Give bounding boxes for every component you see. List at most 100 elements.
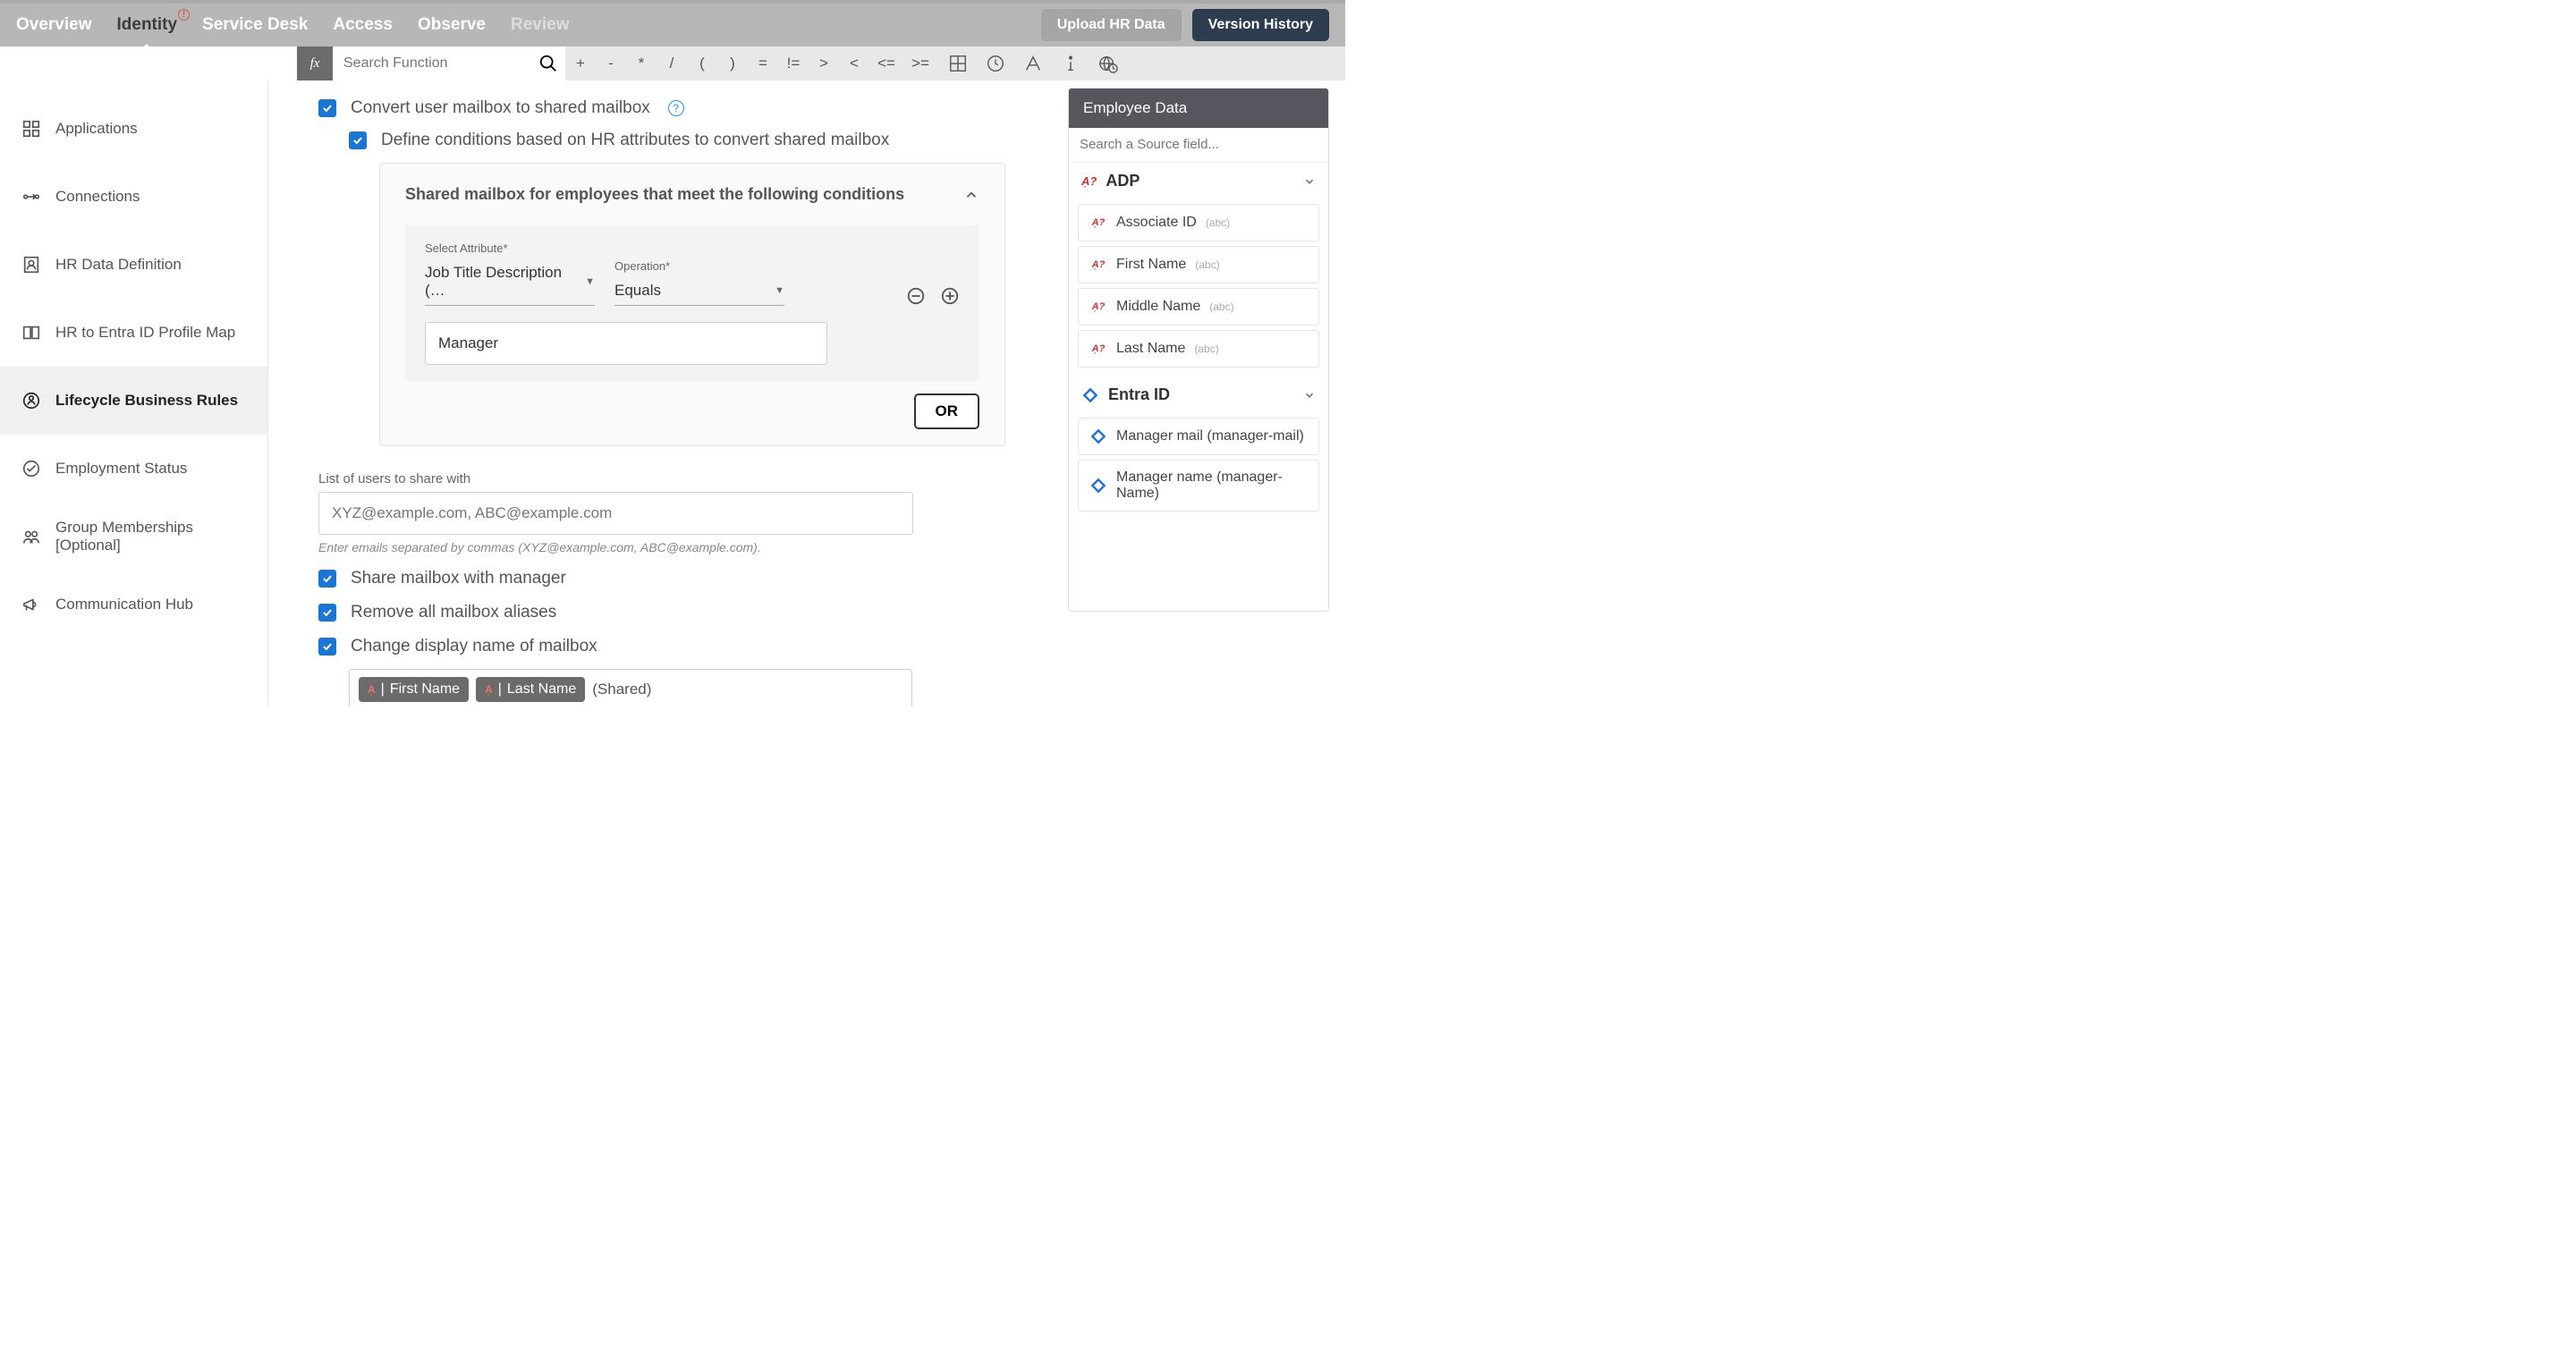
op-gt[interactable]: >	[809, 55, 839, 72]
op-neq[interactable]: !=	[778, 55, 809, 72]
display-name-token-first[interactable]: A͎|First Name	[359, 677, 469, 702]
tab-identity[interactable]: Identity !	[117, 15, 178, 35]
top-nav-actions: Upload HR Data Version History	[1041, 9, 1329, 41]
condition-body: Select Attribute* Job Title Description …	[405, 225, 979, 381]
info-icon[interactable]	[1061, 54, 1080, 73]
hr-data-icon	[21, 255, 41, 275]
remove-aliases-label: Remove all mailbox aliases	[351, 603, 556, 622]
alert-icon: !	[178, 9, 190, 21]
table-icon[interactable]	[948, 54, 968, 73]
tab-review[interactable]: Review	[511, 15, 569, 35]
or-button[interactable]: OR	[914, 393, 980, 429]
field-type: (abc)	[1194, 343, 1218, 355]
font-icon[interactable]	[1023, 54, 1043, 73]
users-input[interactable]	[318, 492, 913, 535]
map-icon	[21, 323, 41, 343]
sidebar-item-employment-status[interactable]: Employment Status	[0, 435, 267, 503]
caret-down-icon: ▼	[585, 276, 595, 287]
condition-title: Shared mailbox for employees that meet t…	[405, 185, 904, 204]
op-lte[interactable]: <=	[869, 55, 903, 72]
define-conditions-label: Define conditions based on HR attributes…	[381, 131, 889, 150]
op-lt[interactable]: <	[839, 55, 869, 72]
op-gte[interactable]: >=	[903, 55, 937, 72]
field-middle-name[interactable]: A͎? Middle Name (abc)	[1078, 288, 1319, 326]
source-entra[interactable]: Entra ID	[1069, 376, 1328, 413]
pill-label: Last Name	[507, 681, 576, 698]
define-conditions-checkbox[interactable]	[349, 131, 367, 149]
panel-search-wrap	[1069, 128, 1328, 163]
adp-logo-icon: A͎?	[1081, 174, 1097, 188]
chevron-up-icon[interactable]	[963, 187, 979, 203]
display-name-token-last[interactable]: A͎|Last Name	[476, 677, 585, 702]
share-manager-checkbox[interactable]	[318, 570, 336, 588]
help-icon[interactable]: ?	[668, 100, 684, 116]
search-icon[interactable]	[538, 54, 558, 73]
operation-value: Equals	[614, 282, 661, 300]
chevron-down-icon	[1303, 389, 1316, 402]
tab-access[interactable]: Access	[333, 15, 393, 35]
function-search-input[interactable]	[343, 55, 538, 72]
op-eq[interactable]: =	[748, 55, 778, 72]
sidebar-item-lifecycle-rules[interactable]: Lifecycle Business Rules	[0, 367, 267, 435]
convert-mailbox-checkbox[interactable]	[318, 99, 336, 117]
check-icon	[352, 134, 364, 147]
display-name-input[interactable]: A͎|First Name A͎|Last Name (Shared)	[349, 669, 912, 706]
attribute-label: Select Attribute*	[425, 241, 595, 255]
add-condition-button[interactable]	[940, 286, 960, 306]
tab-service-desk[interactable]: Service Desk	[202, 15, 308, 35]
field-first-name[interactable]: A͎? First Name (abc)	[1078, 246, 1319, 283]
entra-logo-icon	[1089, 427, 1107, 445]
source-label: Entra ID	[1108, 385, 1170, 404]
adp-badge-icon: A͎?	[1089, 340, 1107, 358]
remove-aliases-checkbox[interactable]	[318, 604, 336, 622]
field-type: (abc)	[1195, 258, 1219, 271]
remove-condition-button[interactable]	[906, 286, 926, 306]
clock-icon[interactable]	[986, 54, 1005, 73]
field-label: Manager mail (manager-mail)	[1116, 428, 1304, 444]
op-minus[interactable]: -	[596, 55, 626, 72]
sidebar-item-communication-hub[interactable]: Communication Hub	[0, 571, 267, 639]
panel-search-input[interactable]	[1080, 137, 1318, 152]
change-display-checkbox[interactable]	[318, 638, 336, 656]
sidebar-item-hr-entra-map[interactable]: HR to Entra ID Profile Map	[0, 299, 267, 367]
attribute-value: Job Title Description (…	[425, 264, 585, 300]
tab-overview[interactable]: Overview	[16, 15, 92, 35]
op-plus[interactable]: +	[565, 55, 596, 72]
share-manager-label: Share mailbox with manager	[351, 569, 566, 588]
or-row: OR	[405, 393, 979, 429]
op-divide[interactable]: /	[657, 55, 687, 72]
upload-hr-data-button[interactable]: Upload HR Data	[1041, 9, 1182, 41]
tab-observe[interactable]: Observe	[418, 15, 486, 35]
field-associate-id[interactable]: A͎? Associate ID (abc)	[1078, 204, 1319, 241]
fx-label: fx	[297, 47, 333, 80]
sidebar-item-connections[interactable]: Connections	[0, 163, 267, 231]
field-label: Last Name	[1116, 341, 1185, 357]
sidebar-item-hr-data-definition[interactable]: HR Data Definition	[0, 231, 267, 299]
field-manager-mail[interactable]: Manager mail (manager-mail)	[1078, 418, 1319, 455]
sidebar-item-label: Group Memberships [Optional]	[55, 519, 246, 554]
attribute-field: Select Attribute* Job Title Description …	[425, 241, 595, 306]
version-history-button[interactable]: Version History	[1192, 9, 1329, 41]
adp-badge-icon: A͎	[368, 683, 376, 696]
op-rparen[interactable]: )	[717, 55, 748, 72]
condition-value-input[interactable]: Manager	[425, 322, 827, 365]
function-search-wrap	[333, 47, 565, 80]
source-adp[interactable]: A͎? ADP	[1069, 163, 1328, 199]
operation-select[interactable]: Equals ▼	[614, 276, 784, 306]
adp-badge-icon: A͎	[485, 683, 493, 696]
formula-tool-icons	[948, 47, 1118, 80]
field-manager-name[interactable]: Manager name (manager-Name)	[1078, 460, 1319, 512]
field-last-name[interactable]: A͎? Last Name (abc)	[1078, 330, 1319, 368]
sidebar-item-applications[interactable]: Applications	[0, 95, 267, 163]
content-area: Convert user mailbox to shared mailbox ?…	[268, 80, 1345, 706]
operator-row: + - * / ( ) = != > < <= >=	[565, 47, 937, 80]
globe-timezone-icon[interactable]	[1098, 54, 1118, 73]
op-lparen[interactable]: (	[687, 55, 717, 72]
attribute-select[interactable]: Job Title Description (… ▼	[425, 258, 595, 306]
check-icon	[321, 102, 334, 114]
op-multiply[interactable]: *	[626, 55, 657, 72]
condition-fields: Select Attribute* Job Title Description …	[425, 241, 960, 306]
entra-logo-icon	[1089, 477, 1107, 495]
sidebar-item-group-memberships[interactable]: Group Memberships [Optional]	[0, 503, 267, 571]
sidebar-item-label: Lifecycle Business Rules	[55, 392, 238, 410]
